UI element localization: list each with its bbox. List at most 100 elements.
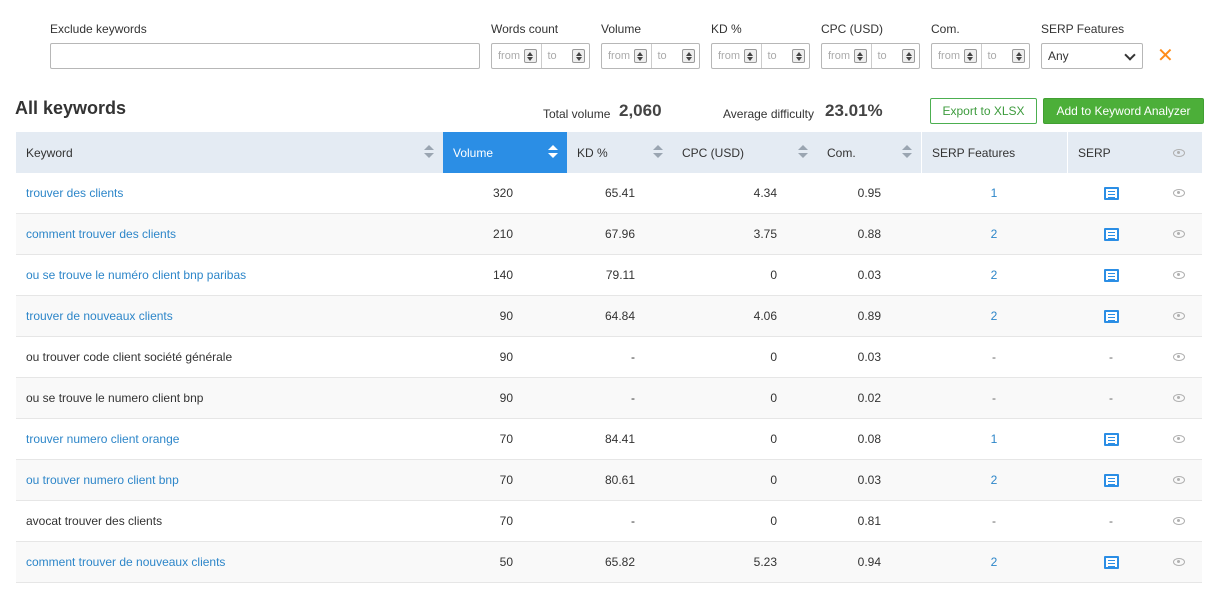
volume-to-input[interactable]: to — [650, 44, 700, 68]
serp-features-cell[interactable]: 1 — [921, 419, 1067, 459]
volume-range: from to — [601, 43, 700, 69]
column-header-kd[interactable]: KD % — [567, 132, 672, 173]
stepper-icon[interactable] — [572, 49, 585, 63]
header-label: Volume — [453, 145, 494, 160]
stepper-icon[interactable] — [633, 49, 647, 63]
serp-features-cell[interactable]: 2 — [921, 296, 1067, 336]
exclude-keywords-input[interactable] — [50, 43, 480, 69]
table-row: trouver numero client orange 70 84.41 0 0.08… — [16, 419, 1202, 460]
kd-cell: 80.61 — [604, 473, 635, 487]
words-count-from-input[interactable]: from — [492, 44, 541, 68]
column-header-visibility[interactable] — [1155, 132, 1202, 173]
serp-features-select[interactable]: Any — [1041, 43, 1143, 69]
visibility-cell — [1155, 460, 1202, 500]
com-from-input[interactable]: from — [932, 44, 981, 68]
serp-features-cell[interactable]: 2 — [921, 214, 1067, 254]
keyword-cell: avocat trouver des clients — [26, 514, 163, 528]
column-header-cpc[interactable]: CPC (USD) — [672, 132, 817, 173]
serp-preview-icon[interactable] — [1103, 473, 1119, 487]
table-row: comment trouver de nouveaux clients 50 65.… — [16, 542, 1202, 583]
eye-icon[interactable] — [1172, 476, 1185, 484]
visibility-cell — [1155, 255, 1202, 295]
clear-filters-icon[interactable]: ✕ — [1157, 44, 1174, 68]
serp-cell — [1067, 460, 1155, 500]
cpc-from-input[interactable]: from — [822, 44, 871, 68]
keyword-cell[interactable]: trouver de nouveaux clients — [16, 296, 443, 336]
visibility-cell — [1155, 296, 1202, 336]
keyword-cell[interactable]: ou se trouve le numéro client bnp pariba… — [16, 255, 443, 295]
serp-features-cell[interactable]: 2 — [921, 255, 1067, 295]
keyword-cell[interactable]: trouver des clients — [16, 173, 443, 213]
stepper-icon[interactable] — [902, 49, 915, 63]
stepper-icon[interactable] — [1012, 49, 1025, 63]
serp-preview-icon[interactable] — [1103, 309, 1119, 323]
serp-features-cell[interactable]: 1 — [921, 173, 1067, 213]
keyword-cell[interactable]: comment trouver des clients — [16, 214, 443, 254]
page-title: All keywords — [15, 98, 127, 118]
column-header-com[interactable]: Com. — [817, 132, 921, 173]
eye-icon[interactable] — [1172, 353, 1185, 361]
volume-cell: 210 — [492, 227, 513, 241]
serp-preview-icon[interactable] — [1103, 555, 1119, 569]
table-body: trouver des clients 320 65.41 4.34 0.95 1 comm… — [16, 173, 1202, 583]
com-cell: 0.88 — [857, 227, 881, 241]
eye-icon[interactable] — [1172, 517, 1185, 525]
cpc-cell: 0 — [770, 268, 777, 282]
keyword-cell[interactable]: trouver numero client orange — [16, 419, 443, 459]
serp-preview-icon[interactable] — [1103, 268, 1119, 282]
eye-icon[interactable] — [1172, 558, 1185, 566]
kd-from-input[interactable]: from — [712, 44, 761, 68]
com-range: from to — [931, 43, 1030, 69]
eye-icon[interactable] — [1172, 312, 1185, 320]
com-cell: 0.95 — [857, 186, 881, 200]
add-to-keyword-analyzer-button[interactable]: Add to Keyword Analyzer — [1043, 98, 1204, 124]
stepper-icon[interactable] — [743, 49, 757, 63]
stepper-icon[interactable] — [682, 49, 695, 63]
serp-preview-icon[interactable] — [1103, 432, 1119, 446]
keyword-cell[interactable]: ou trouver numero client bnp — [16, 460, 443, 500]
eye-icon[interactable] — [1172, 394, 1185, 402]
serp-features-selected: Any — [1048, 49, 1069, 63]
eye-icon[interactable] — [1172, 435, 1185, 443]
cpc-cell: 0 — [770, 350, 777, 364]
column-header-keyword[interactable]: Keyword — [16, 132, 443, 173]
stepper-icon[interactable] — [523, 49, 537, 63]
sort-icon — [424, 145, 434, 159]
keywords-table: Keyword Volume KD % CPC (USD) Com. SERP … — [16, 132, 1202, 583]
header-label: Com. — [827, 145, 856, 160]
kd-filter-label: KD % — [711, 22, 742, 36]
sort-icon — [798, 145, 808, 159]
serp-preview-icon[interactable] — [1103, 227, 1119, 241]
eye-icon[interactable] — [1172, 230, 1185, 238]
volume-cell: 140 — [492, 268, 513, 282]
sort-icon — [902, 145, 912, 159]
com-to-input[interactable]: to — [980, 44, 1030, 68]
stepper-icon[interactable] — [792, 49, 805, 63]
com-cell: 0.89 — [857, 309, 881, 323]
kd-cell: - — [631, 514, 635, 528]
eye-icon[interactable] — [1172, 189, 1185, 197]
visibility-cell — [1155, 378, 1202, 418]
serp-preview-icon[interactable] — [1103, 186, 1119, 200]
cpc-cell: 3.75 — [753, 227, 777, 241]
kd-cell: 79.11 — [605, 268, 635, 282]
words-count-to-input[interactable]: to — [540, 44, 590, 68]
volume-from-input[interactable]: from — [602, 44, 651, 68]
volume-cell: 320 — [492, 186, 513, 200]
volume-cell: 90 — [499, 391, 513, 405]
stepper-icon[interactable] — [853, 49, 867, 63]
serp-features-cell[interactable]: 2 — [921, 542, 1067, 582]
serp-features-cell[interactable]: 2 — [921, 460, 1067, 500]
stepper-icon[interactable] — [963, 49, 977, 63]
exclude-keywords-label: Exclude keywords — [50, 22, 147, 36]
kd-to-input[interactable]: to — [760, 44, 810, 68]
export-xlsx-button[interactable]: Export to XLSX — [930, 98, 1037, 124]
keyword-cell[interactable]: comment trouver de nouveaux clients — [16, 542, 443, 582]
keyword-cell: ou se trouve le numero client bnp — [26, 391, 204, 405]
cpc-range: from to — [821, 43, 920, 69]
cpc-to-input[interactable]: to — [870, 44, 920, 68]
column-header-volume[interactable]: Volume — [443, 132, 567, 173]
kd-cell: 64.84 — [604, 309, 635, 323]
visibility-cell — [1155, 501, 1202, 541]
eye-icon[interactable] — [1172, 271, 1185, 279]
